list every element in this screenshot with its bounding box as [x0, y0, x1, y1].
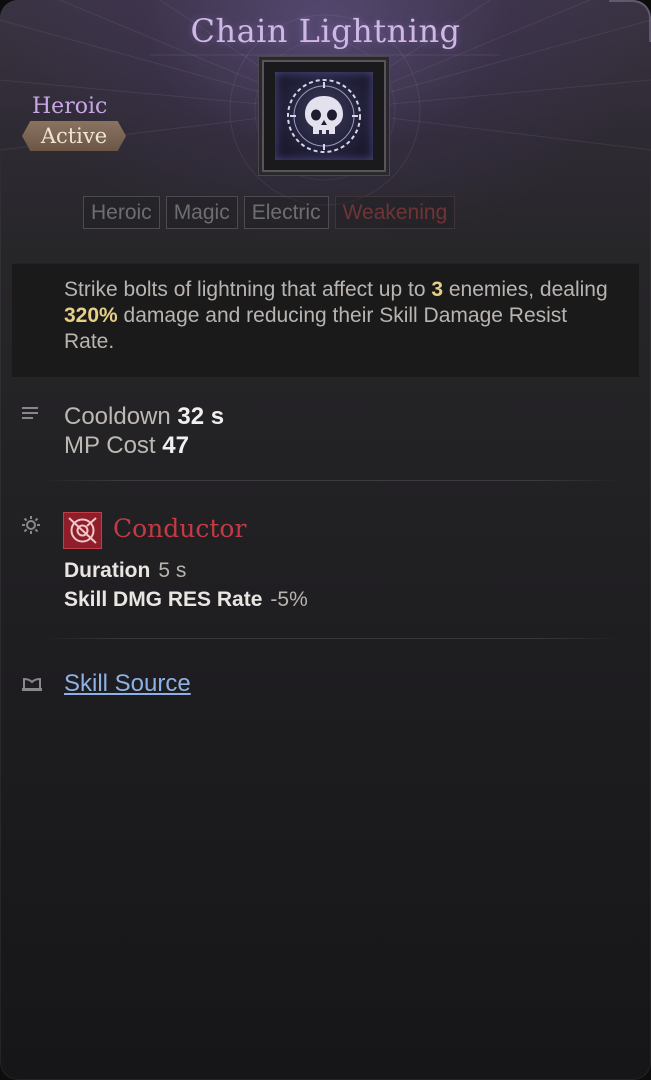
cooldown-label: Cooldown: [64, 403, 171, 430]
effect-details: Duration 5 s Skill DMG RES Rate -5%: [64, 556, 308, 614]
res-rate-value: -5%: [270, 588, 308, 611]
description-damage-value: 320%: [64, 304, 118, 327]
effect-name: Conductor: [113, 514, 247, 543]
tag-weakening: Weakening: [334, 196, 456, 229]
gear-icon: [22, 516, 40, 539]
duration-value: 5 s: [158, 559, 187, 582]
list-icon: [22, 406, 38, 425]
tag-electric: Electric: [243, 196, 329, 229]
mp-cost-value: 47: [162, 432, 189, 459]
skull-emblem-icon: [275, 72, 373, 160]
mp-cost-row: MP Cost 47: [64, 431, 224, 460]
skill-source-link[interactable]: Skill Source: [64, 670, 191, 698]
description-text-3: damage and reducing their Skill Damage R…: [64, 304, 568, 353]
book-icon: [22, 676, 42, 697]
skill-type-badge: Active: [22, 121, 126, 151]
res-rate-row: Skill DMG RES Rate -5%: [64, 585, 308, 614]
section-divider: [40, 638, 621, 639]
skill-type-label: Active: [40, 124, 108, 148]
res-rate-label: Skill DMG RES Rate: [64, 588, 263, 611]
skill-tooltip-panel: Chain Lightning Heroic Active Heroic Mag…: [0, 0, 651, 1080]
cooldown-row: Cooldown 32 s: [64, 402, 224, 431]
skill-tags: Heroic Magic Electric Weakening: [83, 196, 456, 229]
tag-heroic: Heroic: [83, 196, 160, 229]
duration-row: Duration 5 s: [64, 556, 308, 585]
description-targets-value: 3: [431, 278, 444, 301]
skill-icon-frame: [262, 60, 386, 172]
conductor-icon: [63, 512, 102, 549]
skill-title: Chain Lightning: [190, 12, 461, 50]
tag-magic: Magic: [165, 196, 238, 229]
description-text-1: Strike bolts of lightning that affect up…: [64, 278, 432, 301]
description-text-2: enemies, dealing: [443, 278, 608, 301]
section-divider: [40, 480, 621, 481]
skill-description: Strike bolts of lightning that affect up…: [64, 277, 609, 355]
skill-stats: Cooldown 32 s MP Cost 47: [64, 402, 224, 460]
cooldown-value: 32 s: [177, 403, 225, 430]
skill-description-box: Strike bolts of lightning that affect up…: [12, 263, 639, 378]
skill-grade-label: Heroic: [32, 94, 108, 119]
mp-cost-label: MP Cost: [64, 432, 156, 459]
duration-label: Duration: [64, 559, 151, 582]
